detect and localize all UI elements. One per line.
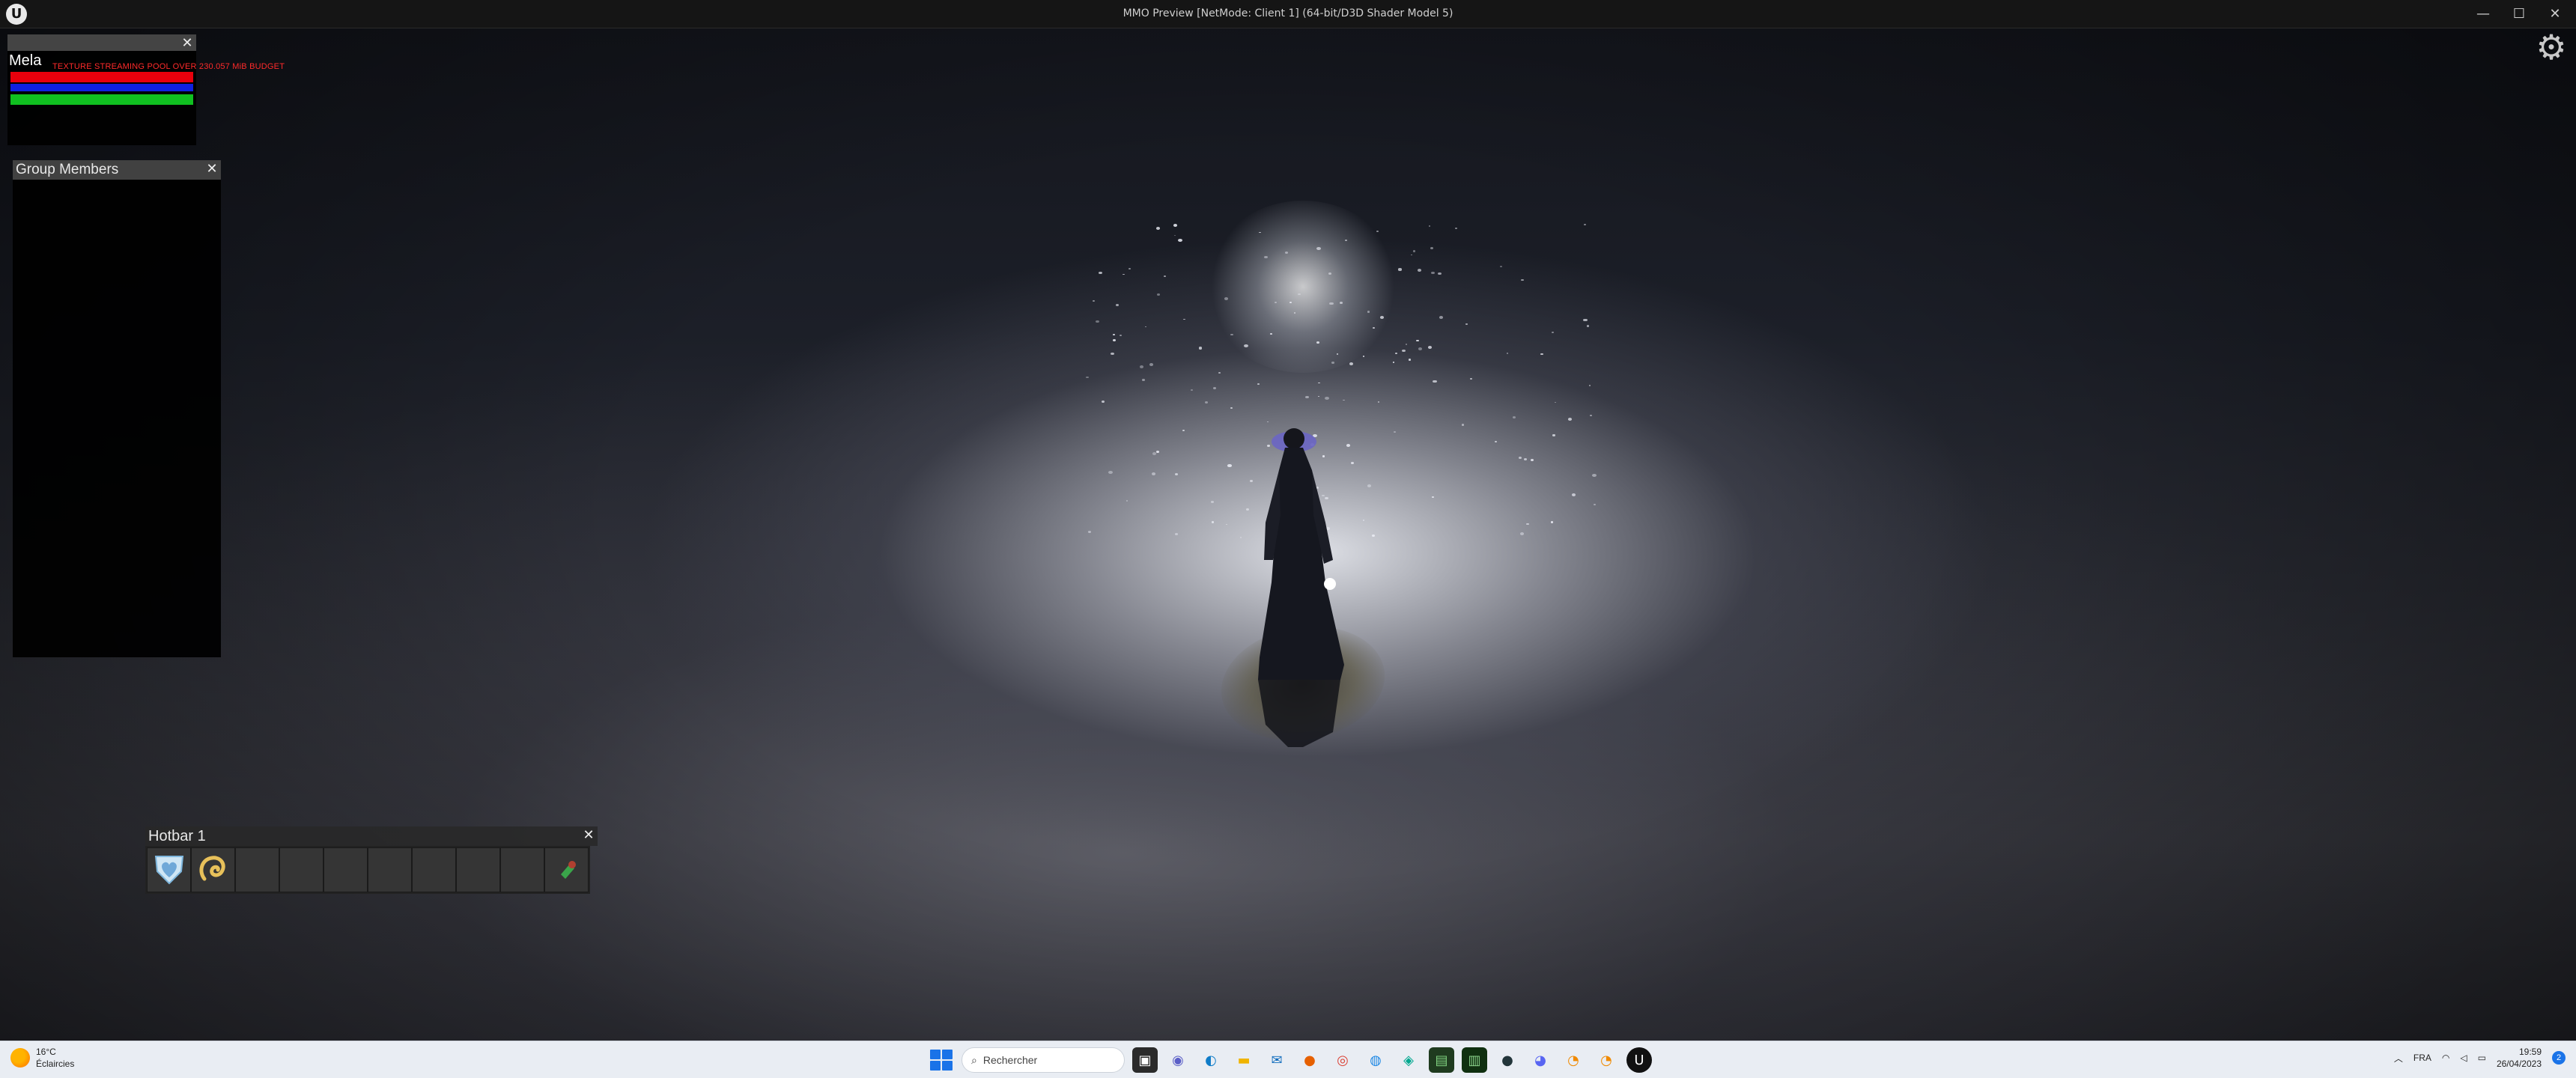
- hotbar-slot-9[interactable]: [500, 847, 544, 892]
- hotbar-title: Hotbar 1: [148, 828, 206, 844]
- settings-gear-icon[interactable]: ⚙: [2534, 30, 2569, 64]
- weather-widget[interactable]: 16°C Éclaircies: [10, 1046, 74, 1070]
- system-tray: ︿ FRA ◠ ◁ ▭ 19:59 26/04/2023 2: [2394, 1046, 2566, 1070]
- clock[interactable]: 19:59 26/04/2023: [2497, 1046, 2542, 1070]
- close-icon[interactable]: ✕: [204, 162, 219, 177]
- group-members-panel: Group Members ✕: [13, 160, 221, 657]
- search-placeholder: Rechercher: [982, 1054, 1038, 1066]
- chrome-icon[interactable]: ◎: [1330, 1047, 1355, 1073]
- green-potion-icon: [552, 853, 582, 887]
- battery-icon[interactable]: ▭: [2478, 1053, 2486, 1063]
- unreal-engine-icon[interactable]: U: [1626, 1047, 1652, 1073]
- stamina-bar: [10, 94, 193, 105]
- hotbar-slot-5[interactable]: [323, 847, 368, 892]
- close-icon[interactable]: ✕: [180, 36, 195, 51]
- terminal-icon[interactable]: ▤: [1429, 1047, 1454, 1073]
- hotbar-slot-3[interactable]: [235, 847, 279, 892]
- heart-shield-icon: [150, 849, 189, 892]
- app-icon[interactable]: ▥: [1462, 1047, 1487, 1073]
- app-icon[interactable]: ◈: [1396, 1047, 1421, 1073]
- window-title: MMO Preview [NetMode: Client 1] (64-bit/…: [1123, 7, 1453, 19]
- hotbar-slot-8[interactable]: [456, 847, 500, 892]
- hotbar-slot-10[interactable]: [544, 847, 589, 892]
- mana-bar: [10, 84, 193, 91]
- debug-warning-text: TEXTURE STREAMING POOL OVER 230.057 MiB …: [52, 62, 285, 71]
- minimize-button[interactable]: —: [2467, 3, 2500, 25]
- character-frame: ✕ Mela TEXTURE STREAMING POOL OVER 230.0…: [7, 34, 285, 145]
- chat-icon[interactable]: ◉: [1165, 1047, 1191, 1073]
- discord-icon[interactable]: ◕: [1528, 1047, 1553, 1073]
- app-icon[interactable]: ◍: [1363, 1047, 1388, 1073]
- start-button[interactable]: [927, 1047, 954, 1074]
- gold-swirl-icon: [194, 849, 233, 892]
- close-window-button[interactable]: ✕: [2539, 3, 2572, 25]
- blender-icon[interactable]: ◔: [1594, 1047, 1619, 1073]
- character-frame-header[interactable]: ✕: [7, 34, 196, 51]
- health-bar: [10, 72, 193, 82]
- group-members-header[interactable]: Group Members ✕: [13, 160, 221, 180]
- blender-icon[interactable]: ◔: [1561, 1047, 1586, 1073]
- app-icon[interactable]: ●: [1495, 1047, 1520, 1073]
- mail-icon[interactable]: ✉: [1264, 1047, 1289, 1073]
- character-name: Mela: [9, 52, 42, 69]
- group-members-title: Group Members: [16, 162, 119, 177]
- firefox-icon[interactable]: ●: [1297, 1047, 1322, 1073]
- window-title-bar: U MMO Preview [NetMode: Client 1] (64-bi…: [0, 0, 2576, 28]
- hotbar-slot-6[interactable]: [368, 847, 412, 892]
- chevron-up-icon[interactable]: ︿: [2394, 1052, 2403, 1065]
- clock-date: 26/04/2023: [2496, 1059, 2542, 1069]
- hotbar-slot-2[interactable]: [191, 847, 235, 892]
- sun-cloud-icon: [10, 1048, 30, 1068]
- file-explorer-icon[interactable]: ▬: [1231, 1047, 1257, 1073]
- weather-condition: Éclaircies: [36, 1059, 75, 1069]
- volume-icon[interactable]: ◁: [2460, 1053, 2467, 1063]
- weather-temperature: 16°C: [36, 1047, 56, 1057]
- close-icon[interactable]: ✕: [581, 828, 596, 843]
- edge-browser-icon[interactable]: ◐: [1198, 1047, 1224, 1073]
- search-icon: ⌕: [971, 1053, 977, 1066]
- language-indicator[interactable]: FRA: [2414, 1053, 2431, 1063]
- notification-badge[interactable]: 2: [2552, 1051, 2566, 1065]
- taskbar-apps: ⌕ Rechercher ▣ ◉ ◐ ▬ ✉ ● ◎ ◍ ◈ ▤ ▥ ● ◕ ◔…: [927, 1047, 1652, 1074]
- wifi-icon[interactable]: ◠: [2442, 1053, 2449, 1063]
- hotbar-slots: [145, 846, 590, 894]
- maximize-button[interactable]: ☐: [2503, 3, 2536, 25]
- hotbar-slot-7[interactable]: [412, 847, 456, 892]
- task-view-icon[interactable]: ▣: [1132, 1047, 1158, 1073]
- windows-taskbar: 16°C Éclaircies ⌕ Rechercher ▣ ◉ ◐ ▬ ✉ ●…: [0, 1041, 2576, 1078]
- hotbar-header[interactable]: Hotbar 1 ✕: [145, 826, 598, 846]
- clock-time: 19:59: [2518, 1047, 2542, 1057]
- hotbar-slot-4[interactable]: [279, 847, 323, 892]
- hotbar-panel: Hotbar 1 ✕: [145, 826, 598, 894]
- hotbar-slot-1[interactable]: [147, 847, 191, 892]
- taskbar-search[interactable]: ⌕ Rechercher: [962, 1047, 1125, 1073]
